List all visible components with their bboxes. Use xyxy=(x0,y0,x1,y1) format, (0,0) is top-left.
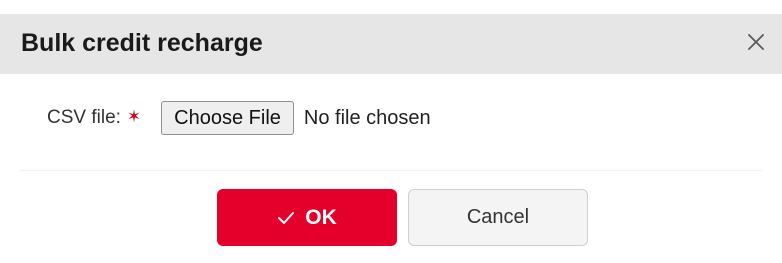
cancel-button-label: Cancel xyxy=(466,206,530,228)
choose-file-button[interactable]: Choose File xyxy=(161,101,294,135)
dialog-header: Bulk credit recharge xyxy=(0,14,782,74)
file-status-text: No file chosen xyxy=(303,106,431,129)
dialog-body: CSV file: ✶ Choose File No file chosen O… xyxy=(0,74,782,263)
dialog-title: Bulk credit recharge xyxy=(21,29,263,57)
csv-file-field: CSV file: ✶ Choose File No file chosen xyxy=(47,101,431,135)
bulk-credit-recharge-dialog: Bulk credit recharge CSV file: ✶ Choose … xyxy=(0,0,782,263)
close-button[interactable] xyxy=(740,26,772,58)
required-marker: ✶ xyxy=(126,107,142,126)
csv-file-label: CSV file: xyxy=(47,107,121,128)
top-spacer xyxy=(0,0,782,14)
ok-button-label: OK xyxy=(305,205,337,229)
divider xyxy=(20,170,762,171)
cancel-button[interactable]: Cancel xyxy=(408,189,588,246)
close-icon xyxy=(747,33,765,51)
ok-button[interactable]: OK xyxy=(217,189,397,246)
checkmark-icon xyxy=(277,211,295,225)
